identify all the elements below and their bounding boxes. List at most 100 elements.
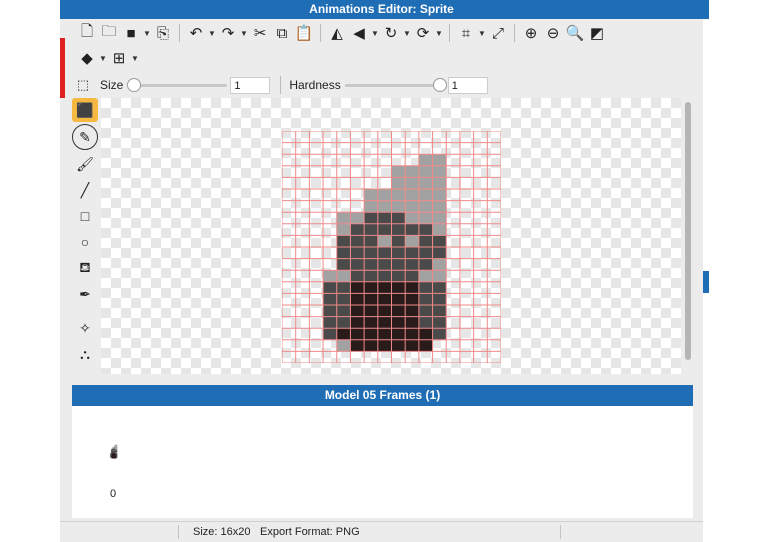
pixel[interactable] [391, 339, 406, 352]
pixel[interactable] [405, 328, 420, 341]
pixel[interactable] [418, 200, 433, 213]
chevron-down-icon[interactable]: ▼ [402, 29, 412, 38]
pixel[interactable] [405, 212, 420, 225]
pixel[interactable] [432, 189, 447, 201]
pixel[interactable] [323, 328, 338, 341]
pixel[interactable] [350, 212, 365, 225]
chevron-down-icon[interactable]: ▼ [239, 29, 249, 38]
reload-icon[interactable]: ⟳ [412, 22, 434, 44]
pixel[interactable] [418, 339, 433, 352]
pixel[interactable] [377, 258, 392, 271]
scrollbar-thumb[interactable] [685, 102, 691, 360]
pixel[interactable] [364, 281, 379, 294]
zoom-fit-icon[interactable]: 🔍 [564, 22, 586, 44]
pixel[interactable] [418, 212, 433, 225]
pixel[interactable] [336, 212, 351, 225]
redo-icon[interactable]: ↷ [217, 22, 239, 44]
pixel[interactable] [418, 281, 433, 294]
resize-icon[interactable]: ⤢ [487, 22, 509, 44]
pixel[interactable] [323, 293, 338, 306]
pixel[interactable] [377, 200, 392, 213]
pixel[interactable] [364, 258, 379, 271]
chevron-down-icon[interactable]: ▼ [477, 29, 487, 38]
pixel[interactable] [432, 316, 447, 329]
pixel[interactable] [323, 316, 338, 329]
pixel[interactable] [377, 339, 392, 352]
hardness-slider[interactable] [344, 78, 447, 92]
export-icon[interactable]: ⎘ [152, 22, 174, 44]
pixel[interactable] [432, 281, 447, 294]
paint-bucket-icon[interactable]: ⛾ [72, 256, 98, 280]
pixel[interactable] [350, 328, 365, 341]
pixel[interactable] [391, 258, 406, 271]
pixel[interactable] [364, 223, 379, 236]
pixel[interactable] [391, 316, 406, 329]
layers-icon[interactable]: ◆ [76, 47, 98, 69]
pixel[interactable] [432, 223, 447, 236]
pixel[interactable] [432, 258, 447, 271]
pixel[interactable] [336, 270, 351, 283]
pixel[interactable] [364, 293, 379, 306]
pixel[interactable] [391, 189, 406, 201]
move-point-icon[interactable]: ✧ [72, 316, 98, 340]
pixel[interactable] [418, 270, 433, 283]
pixel[interactable] [377, 328, 392, 341]
color-invert-icon[interactable]: ◩ [586, 22, 608, 44]
eyedropper-icon[interactable]: ✒ [72, 282, 98, 306]
chevron-down-icon[interactable]: ▼ [98, 54, 108, 63]
zoom-in-icon[interactable]: ⊕ [520, 22, 542, 44]
pixel-pen-icon[interactable]: ✎ [72, 124, 98, 150]
pixel[interactable] [418, 165, 433, 178]
pixel[interactable] [418, 293, 433, 306]
pixel[interactable] [323, 270, 338, 283]
pixel[interactable] [405, 293, 420, 306]
pixel[interactable] [336, 281, 351, 294]
pixel[interactable] [391, 270, 406, 283]
pixel[interactable] [364, 200, 379, 213]
pixel[interactable] [391, 165, 406, 178]
pixel[interactable] [405, 247, 420, 259]
pixel[interactable] [391, 212, 406, 225]
pixel[interactable] [350, 316, 365, 329]
pixel[interactable] [432, 328, 447, 341]
pixel[interactable] [405, 200, 420, 213]
pixel[interactable] [432, 270, 447, 283]
pixel[interactable] [377, 293, 392, 306]
pixel[interactable] [418, 154, 433, 167]
pixel[interactable] [432, 154, 447, 167]
crop-icon[interactable]: ⌗ [455, 22, 477, 44]
pixel[interactable] [336, 235, 351, 248]
file-new-icon[interactable]: 🗋 [76, 22, 98, 44]
grid-icon[interactable]: ⊞ [108, 47, 130, 69]
pixel[interactable] [336, 328, 351, 341]
pixel[interactable] [391, 281, 406, 294]
flip-horizontal-icon[interactable]: ◭ [326, 22, 348, 44]
frame-thumbnail[interactable] [108, 443, 120, 459]
pixel[interactable] [432, 200, 447, 213]
pixel[interactable] [364, 212, 379, 225]
eraser-icon[interactable]: ⬛ [72, 98, 98, 122]
pixel[interactable] [364, 328, 379, 341]
pixel[interactable] [418, 305, 433, 317]
pixel[interactable] [377, 305, 392, 317]
pixel[interactable] [377, 270, 392, 283]
pixel[interactable] [418, 177, 433, 190]
pixel[interactable] [350, 235, 365, 248]
pixel[interactable] [377, 189, 392, 201]
cut-icon[interactable]: ✂ [249, 22, 271, 44]
pixel[interactable] [323, 281, 338, 294]
pixel[interactable] [405, 316, 420, 329]
pixel[interactable] [377, 247, 392, 259]
pixel[interactable] [418, 328, 433, 341]
pixel[interactable] [391, 328, 406, 341]
pixel[interactable] [405, 177, 420, 190]
pixel[interactable] [405, 235, 420, 248]
pixel[interactable] [350, 339, 365, 352]
size-input[interactable]: 1 [230, 76, 271, 94]
pixel[interactable] [336, 305, 351, 317]
pixel[interactable] [405, 165, 420, 178]
pixel[interactable] [350, 247, 365, 259]
pixel[interactable] [350, 293, 365, 306]
line-icon[interactable]: ╱ [72, 178, 98, 202]
slider-thumb[interactable] [127, 78, 142, 92]
